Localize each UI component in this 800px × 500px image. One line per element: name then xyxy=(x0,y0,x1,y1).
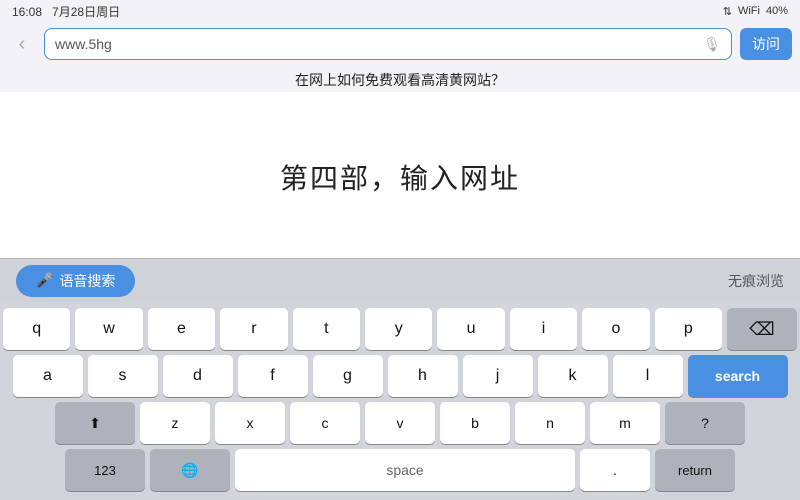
wifi-icon: WiFi xyxy=(738,5,760,17)
key-h[interactable]: h xyxy=(388,355,458,397)
keyboard: q w e r t y u i o p ⌫ a s d f g h j k l … xyxy=(0,302,800,500)
back-button[interactable]: ‹ xyxy=(8,30,36,58)
shift-key[interactable]: ⬆ xyxy=(55,402,135,444)
main-content-text: 第四部，输入网址 xyxy=(280,157,520,197)
key-u[interactable]: u xyxy=(437,308,504,350)
key-k[interactable]: k xyxy=(538,355,608,397)
incognito-label: 无痕浏览 xyxy=(728,271,784,291)
key-i[interactable]: i xyxy=(510,308,577,350)
return-key[interactable]: return xyxy=(655,449,735,491)
browser-bar: ‹ www.5hg 🎙 访问 xyxy=(0,22,800,66)
more-key[interactable]: ? xyxy=(665,402,745,444)
key-g[interactable]: g xyxy=(313,355,383,397)
status-date: 7月28日周日 xyxy=(52,5,120,19)
key-t[interactable]: t xyxy=(293,308,360,350)
search-key[interactable]: search xyxy=(688,355,788,397)
key-n[interactable]: n xyxy=(515,402,585,444)
keyboard-area: 🎤 语音搜索 无痕浏览 q w e r t y u i o p ⌫ a s d … xyxy=(0,258,800,500)
key-a[interactable]: a xyxy=(13,355,83,397)
key-y[interactable]: y xyxy=(365,308,432,350)
battery-indicator: 40% xyxy=(766,5,788,17)
status-bar: 16:08 7月28日周日 ⇅ WiFi 40% xyxy=(0,0,800,22)
key-b[interactable]: b xyxy=(440,402,510,444)
period-key[interactable]: . xyxy=(580,449,650,491)
status-right: ⇅ WiFi 40% xyxy=(723,5,788,18)
space-key[interactable]: space xyxy=(235,449,575,491)
key-c[interactable]: c xyxy=(290,402,360,444)
key-p[interactable]: p xyxy=(655,308,722,350)
delete-icon: ⌫ xyxy=(749,319,774,340)
delete-key[interactable]: ⌫ xyxy=(727,308,797,350)
keyboard-row-1: q w e r t y u i o p ⌫ xyxy=(3,308,797,350)
key-q[interactable]: q xyxy=(3,308,70,350)
keyboard-toolbar: 🎤 语音搜索 无痕浏览 xyxy=(0,258,800,302)
back-icon: ‹ xyxy=(19,33,26,56)
browser-content: 第四部，输入网址 xyxy=(0,92,800,262)
keyboard-row-3: ⬆ z x c v b n m ? xyxy=(3,402,797,444)
emoji-key[interactable]: 🌐 xyxy=(150,449,230,491)
key-v[interactable]: v xyxy=(365,402,435,444)
voice-search-button[interactable]: 🎤 语音搜索 xyxy=(16,265,135,297)
key-d[interactable]: d xyxy=(163,355,233,397)
key-w[interactable]: w xyxy=(75,308,142,350)
page-title: 在网上如何免费观看高清黄网站？ xyxy=(0,66,800,92)
key-m[interactable]: m xyxy=(590,402,660,444)
voice-icon: 🎤 xyxy=(36,272,53,289)
key-x[interactable]: x xyxy=(215,402,285,444)
keyboard-row-2: a s d f g h j k l search xyxy=(3,355,797,397)
mic-icon[interactable]: 🎙 xyxy=(703,35,721,53)
address-text: www.5hg xyxy=(55,36,695,52)
key-s[interactable]: s xyxy=(88,355,158,397)
voice-search-label: 语音搜索 xyxy=(59,271,115,291)
key-z[interactable]: z xyxy=(140,402,210,444)
keyboard-row-4: 123 🌐 space . return xyxy=(3,449,797,491)
status-time: 16:08 xyxy=(12,5,42,19)
key-r[interactable]: r xyxy=(220,308,287,350)
status-time-date: 16:08 7月28日周日 xyxy=(12,3,120,20)
address-bar[interactable]: www.5hg 🎙 xyxy=(44,28,732,60)
signal-icon: ⇅ xyxy=(723,5,732,18)
key-o[interactable]: o xyxy=(582,308,649,350)
visit-button[interactable]: 访问 xyxy=(740,28,792,60)
key-j[interactable]: j xyxy=(463,355,533,397)
key-f[interactable]: f xyxy=(238,355,308,397)
num-key[interactable]: 123 xyxy=(65,449,145,491)
key-l[interactable]: l xyxy=(613,355,683,397)
key-e[interactable]: e xyxy=(148,308,215,350)
